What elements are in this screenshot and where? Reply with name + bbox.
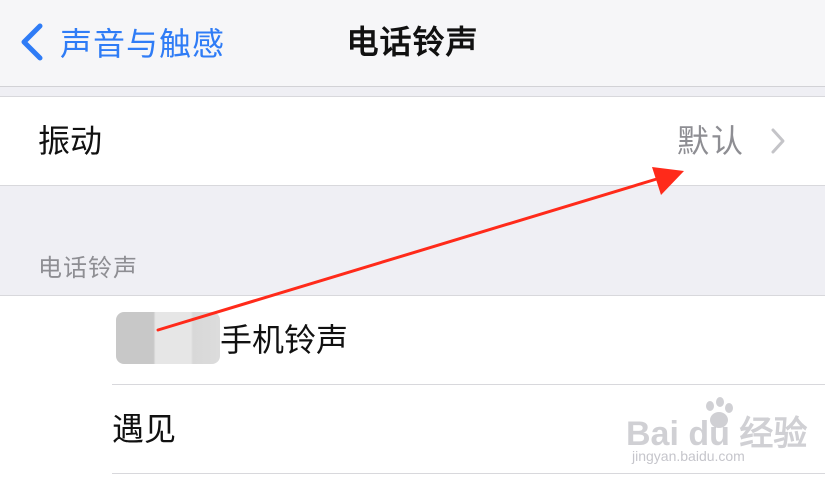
chevron-right-icon	[771, 128, 785, 154]
ringtone-label: 手机铃声	[220, 321, 349, 359]
vibration-label: 振动	[38, 122, 103, 160]
vibration-row[interactable]: 振动 默认	[0, 96, 825, 186]
ringtone-section-header: 电话铃声	[38, 254, 138, 282]
page-title: 电话铃声	[346, 23, 479, 61]
vibration-value: 默认	[676, 122, 745, 160]
list-item[interactable]: 手机铃声	[0, 296, 825, 384]
redacted-area	[116, 312, 220, 364]
watermark-url: jingyan.baidu.com	[632, 448, 745, 464]
baidu-watermark: Bai du 经验 jingyan.baidu.com	[626, 396, 807, 472]
ringtone-label: 遇见	[112, 410, 177, 448]
navigation-bar: 声音与触感 电话铃声	[0, 0, 825, 87]
divider	[112, 473, 825, 474]
